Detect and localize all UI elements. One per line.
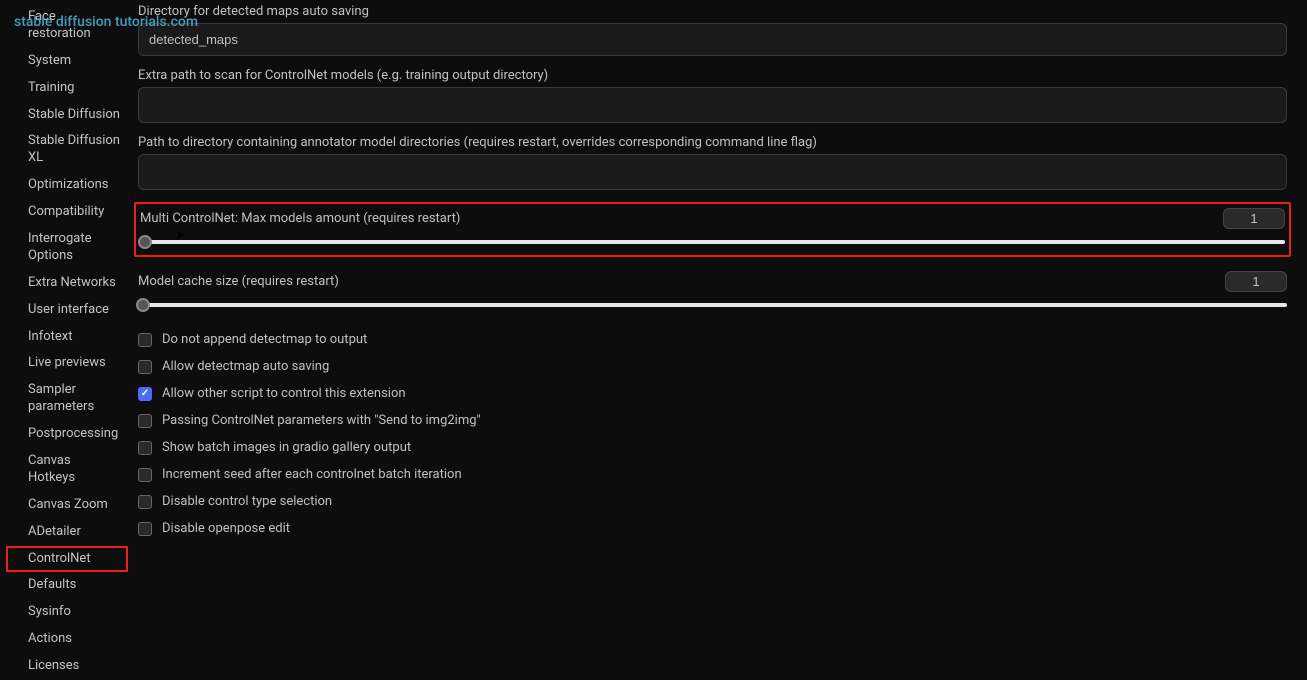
model-cache-slider[interactable] — [138, 298, 1287, 312]
slider-thumb[interactable] — [138, 235, 152, 249]
model-cache-label: Model cache size (requires restart) — [138, 274, 339, 289]
checkbox-row-passing-params[interactable]: Passing ControlNet parameters with "Send… — [138, 407, 1287, 434]
multi-controlnet-slider-block: Multi ControlNet: Max models amount (req… — [134, 202, 1291, 257]
multi-controlnet-slider[interactable] — [140, 235, 1285, 249]
model-cache-value[interactable] — [1225, 271, 1287, 292]
extra-path-label: Extra path to scan for ControlNet models… — [138, 68, 1287, 83]
sidebar-item-controlnet[interactable]: ControlNet — [6, 546, 128, 573]
checkbox-label: Disable control type selection — [162, 494, 332, 509]
sidebar-item-user-interface[interactable]: User interface — [6, 297, 128, 324]
multi-controlnet-value[interactable] — [1223, 208, 1285, 229]
checkbox-passing-params[interactable] — [138, 414, 152, 428]
checkbox-label: Do not append detectmap to output — [162, 332, 367, 347]
sidebar-item-licenses[interactable]: Licenses — [6, 653, 128, 680]
annotator-path-input[interactable] — [138, 154, 1287, 190]
checkbox-allow-autosave[interactable] — [138, 360, 152, 374]
checkbox-label: Show batch images in gradio gallery outp… — [162, 440, 411, 455]
checkbox-label: Disable openpose edit — [162, 521, 290, 536]
checkbox-row-show-batch[interactable]: Show batch images in gradio gallery outp… — [138, 434, 1287, 461]
sidebar-item-canvas-zoom[interactable]: Canvas Zoom — [6, 492, 128, 519]
sidebar-item-system[interactable]: System — [6, 48, 128, 75]
sidebar-item-live-previews[interactable]: Live previews — [6, 350, 128, 377]
sidebar-item-interrogate-options[interactable]: Interrogate Options — [6, 226, 128, 270]
cursor-pointer: ➤ — [175, 228, 186, 243]
sidebar-item-stable-diffusion[interactable]: Stable Diffusion — [6, 102, 128, 129]
model-cache-slider-block: Model cache size (requires restart) — [138, 269, 1287, 314]
checkbox-label: Allow detectmap auto saving — [162, 359, 329, 374]
detected-maps-label: Directory for detected maps auto saving — [138, 4, 1287, 19]
checkbox-label: Passing ControlNet parameters with "Send… — [162, 413, 481, 428]
sidebar-item-sampler-parameters[interactable]: Sampler parameters — [6, 377, 128, 421]
sidebar-item-defaults[interactable]: Defaults — [6, 572, 128, 599]
checkbox-no-append[interactable] — [138, 333, 152, 347]
sidebar-item-canvas-hotkeys[interactable]: Canvas Hotkeys — [6, 448, 128, 492]
sidebar-item-extra-networks[interactable]: Extra Networks — [6, 270, 128, 297]
extra-path-input[interactable] — [138, 87, 1287, 123]
checkbox-row-increment-seed[interactable]: Increment seed after each controlnet bat… — [138, 461, 1287, 488]
checkbox-disable-openpose[interactable] — [138, 522, 152, 536]
checkbox-row-allow-autosave[interactable]: Allow detectmap auto saving — [138, 353, 1287, 380]
sidebar-item-stable-diffusion-xl[interactable]: Stable Diffusion XL — [6, 128, 128, 172]
checkbox-show-batch[interactable] — [138, 441, 152, 455]
checkbox-row-disable-control-type[interactable]: Disable control type selection — [138, 488, 1287, 515]
checkbox-row-allow-script[interactable]: Allow other script to control this exten… — [138, 380, 1287, 407]
sidebar-item-actions[interactable]: Actions — [6, 626, 128, 653]
sidebar-item-compatibility[interactable]: Compatibility — [6, 199, 128, 226]
sidebar-item-postprocessing[interactable]: Postprocessing — [6, 421, 128, 448]
detected-maps-input[interactable] — [138, 23, 1287, 56]
settings-panel: Directory for detected maps auto saving … — [128, 0, 1307, 607]
multi-controlnet-label: Multi ControlNet: Max models amount (req… — [140, 211, 460, 226]
checkbox-row-disable-openpose[interactable]: Disable openpose edit — [138, 515, 1287, 542]
settings-sidebar: Face restoration System Training Stable … — [6, 0, 128, 607]
checkbox-allow-script[interactable] — [138, 387, 152, 401]
checkbox-disable-control-type[interactable] — [138, 495, 152, 509]
sidebar-item-infotext[interactable]: Infotext — [6, 324, 128, 351]
sidebar-item-sysinfo[interactable]: Sysinfo — [6, 599, 128, 626]
checkbox-label: Allow other script to control this exten… — [162, 386, 406, 401]
checkbox-increment-seed[interactable] — [138, 468, 152, 482]
checkbox-row-no-append[interactable]: Do not append detectmap to output — [138, 326, 1287, 353]
slider-thumb[interactable] — [136, 298, 150, 312]
sidebar-item-adetailer[interactable]: ADetailer — [6, 519, 128, 546]
annotator-path-label: Path to directory containing annotator m… — [138, 135, 1287, 150]
sidebar-item-optimizations[interactable]: Optimizations — [6, 172, 128, 199]
checkbox-label: Increment seed after each controlnet bat… — [162, 467, 462, 482]
sidebar-item-training[interactable]: Training — [6, 75, 128, 102]
watermark: stable diffusion tutorials.com — [14, 14, 198, 30]
